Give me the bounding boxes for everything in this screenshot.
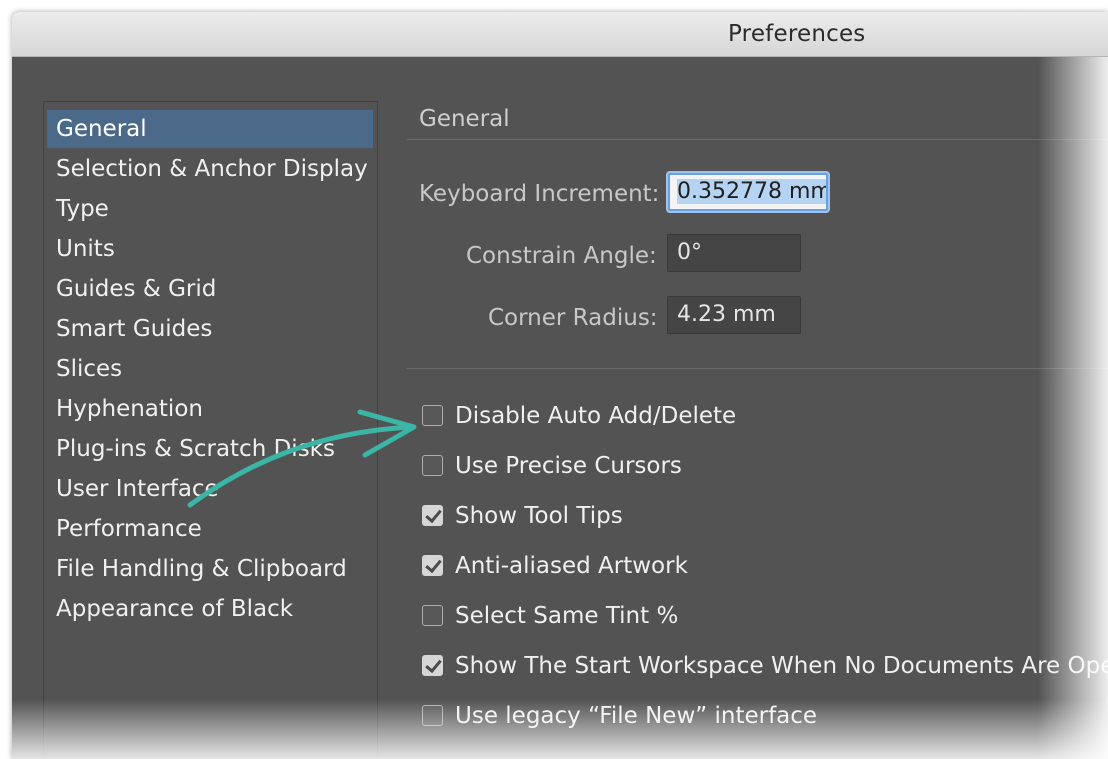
sidebar-item-slices[interactable]: Slices	[47, 350, 373, 388]
corner-radius-label: Corner Radius:	[488, 305, 658, 331]
sidebar-item-file-handling-clipboard[interactable]: File Handling & Clipboard	[47, 550, 373, 588]
constrain-angle-label: Constrain Angle:	[466, 243, 657, 269]
sidebar-item-plugins-scratch-disks[interactable]: Plug-ins & Scratch Disks	[47, 430, 373, 468]
sidebar-item-appearance-of-black[interactable]: Appearance of Black	[47, 590, 373, 628]
sidebar-item-user-interface[interactable]: User Interface	[47, 470, 373, 508]
checkbox-disable-auto-add-delete[interactable]	[422, 405, 443, 426]
checkbox-anti-aliased-artwork[interactable]	[422, 555, 443, 576]
section-title: General	[419, 106, 510, 132]
preferences-window: Preferences General Selection & Anchor D…	[12, 12, 1108, 759]
section-title-divider	[407, 139, 1108, 140]
checkbox-label: Disable Auto Add/Delete	[455, 403, 737, 429]
checkbox-label: Select Same Tint %	[455, 603, 679, 629]
sidebar-item-type[interactable]: Type	[47, 190, 373, 228]
sidebar-item-hyphenation[interactable]: Hyphenation	[47, 390, 373, 428]
sidebar-item-smart-guides[interactable]: Smart Guides	[47, 310, 373, 348]
checkbox-label: Use Precise Cursors	[455, 453, 682, 479]
fields-divider	[407, 368, 1108, 369]
constrain-angle-input[interactable]: 0°	[667, 234, 801, 272]
checkbox-use-legacy-file-new[interactable]	[422, 705, 443, 726]
sidebar-item-units[interactable]: Units	[47, 230, 373, 268]
checkbox-label: Show The Start Workspace When No Documen…	[455, 653, 1108, 679]
sidebar-item-performance[interactable]: Performance	[47, 510, 373, 548]
sidebar-item-general[interactable]: General	[47, 110, 373, 148]
checkbox-label: Use legacy “File New” interface	[455, 703, 818, 729]
window-title: Preferences	[728, 21, 866, 47]
checkbox-use-precise-cursors[interactable]	[422, 455, 443, 476]
checkbox-show-tool-tips[interactable]	[422, 505, 443, 526]
checkbox-show-start-workspace[interactable]	[422, 655, 443, 676]
corner-radius-input[interactable]: 4.23 mm	[667, 296, 801, 334]
keyboard-increment-label: Keyboard Increment:	[419, 181, 660, 207]
title-bar: Preferences	[12, 12, 1108, 57]
sidebar-item-selection-anchor-display[interactable]: Selection & Anchor Display	[47, 150, 373, 188]
checkbox-label: Anti-aliased Artwork	[455, 553, 688, 579]
checkbox-label: Show Tool Tips	[455, 503, 623, 529]
keyboard-increment-input[interactable]: 0.352778 mm	[668, 173, 828, 211]
sidebar-item-guides-grid[interactable]: Guides & Grid	[47, 270, 373, 308]
checkbox-select-same-tint[interactable]	[422, 605, 443, 626]
preferences-sidebar: General Selection & Anchor Display Type …	[43, 101, 378, 759]
